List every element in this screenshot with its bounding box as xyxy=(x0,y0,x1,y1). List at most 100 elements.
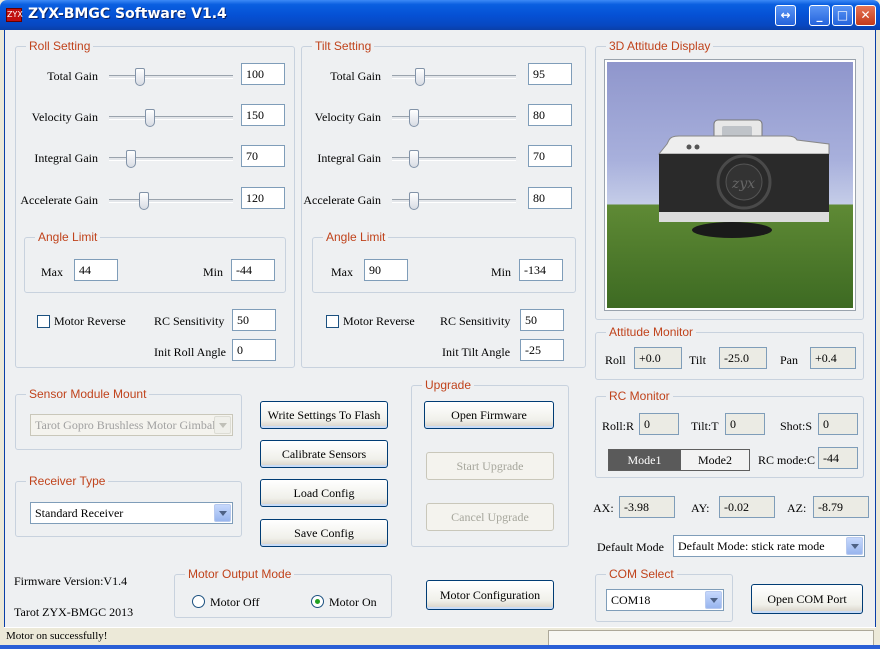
roll-accelerate-gain-slider[interactable] xyxy=(109,192,233,210)
tilt-min-label: Min xyxy=(491,265,512,279)
tilt-accelerate-gain-label: Accelerate Gain xyxy=(303,193,381,207)
cancel-upgrade-button[interactable]: Cancel Upgrade xyxy=(426,503,554,531)
slider-thumb[interactable] xyxy=(135,68,145,86)
slider-thumb[interactable] xyxy=(139,192,149,210)
rc-shot-label: Shot:S xyxy=(780,419,813,433)
chevron-down-icon[interactable] xyxy=(846,537,863,555)
slider-thumb[interactable] xyxy=(415,68,425,86)
write-settings-button[interactable]: Write Settings To Flash xyxy=(260,401,388,429)
slider-thumb[interactable] xyxy=(409,192,419,210)
roll-total-gain-slider[interactable] xyxy=(109,68,233,86)
roll-min-input[interactable]: -44 xyxy=(231,259,275,281)
attitude-display-legend: 3D Attitude Display xyxy=(606,39,714,53)
motor-off-radio[interactable] xyxy=(192,595,205,608)
rc-mode-label: RC mode:C xyxy=(758,453,816,467)
tilt-integral-gain-label: Integral Gain xyxy=(317,151,381,165)
mode2-button[interactable]: Mode2 xyxy=(680,449,750,471)
roll-integral-gain-input[interactable]: 70 xyxy=(241,145,285,167)
roll-motor-reverse-checkbox[interactable] xyxy=(37,315,50,328)
tilt-integral-gain-slider[interactable] xyxy=(392,150,516,168)
chevron-down-icon[interactable] xyxy=(214,504,231,522)
rc-mode-value: -44 xyxy=(818,447,858,469)
close-button[interactable]: ✕ xyxy=(855,5,876,26)
upgrade-legend: Upgrade xyxy=(422,378,475,392)
slider-thumb[interactable] xyxy=(409,109,419,127)
tilt-velocity-gain-slider[interactable] xyxy=(392,109,516,127)
tilt-motor-reverse-checkbox[interactable] xyxy=(326,315,339,328)
com-port-select[interactable]: COM18 xyxy=(606,589,724,611)
attitude-pan-label: Pan xyxy=(780,353,798,367)
chevron-down-icon[interactable] xyxy=(214,416,231,434)
roll-velocity-gain-input[interactable]: 150 xyxy=(241,104,285,126)
status-message: Motor on successfully! xyxy=(6,630,108,642)
roll-velocity-gain-label: Velocity Gain xyxy=(31,110,98,124)
slider-thumb[interactable] xyxy=(409,150,419,168)
sensor-mount-select[interactable]: Tarot Gopro Brushless Motor Gimbal xyxy=(30,414,233,436)
roll-min-label: Min xyxy=(203,265,224,279)
calibrate-sensors-button[interactable]: Calibrate Sensors xyxy=(260,440,388,468)
tilt-setting-legend: Tilt Setting xyxy=(312,39,375,53)
rc-roll-value: 0 xyxy=(639,413,679,435)
roll-accelerate-gain-input[interactable]: 120 xyxy=(241,187,285,209)
roll-accelerate-gain-label: Accelerate Gain xyxy=(20,193,98,207)
roll-integral-gain-slider[interactable] xyxy=(109,150,233,168)
sensor-mount-value: Tarot Gopro Brushless Motor Gimbal xyxy=(35,418,216,432)
tilt-total-gain-input[interactable]: 95 xyxy=(528,63,572,85)
start-upgrade-button[interactable]: Start Upgrade xyxy=(426,452,554,480)
motor-on-radio[interactable] xyxy=(311,595,324,608)
chevron-down-icon[interactable] xyxy=(705,591,722,609)
tilt-total-gain-slider[interactable] xyxy=(392,68,516,86)
tilt-rc-sensitivity-label: RC Sensitivity xyxy=(440,314,511,328)
tilt-min-input[interactable]: -134 xyxy=(519,259,563,281)
tilt-velocity-gain-input[interactable]: 80 xyxy=(528,104,572,126)
load-config-button[interactable]: Load Config xyxy=(260,479,388,507)
firmware-version-text: Firmware Version:V1.4 xyxy=(14,574,128,588)
motor-configuration-button[interactable]: Motor Configuration xyxy=(426,580,554,610)
restore-size-button[interactable]: ↔ xyxy=(775,5,796,26)
tilt-accelerate-gain-slider[interactable] xyxy=(392,192,516,210)
attitude-pan-value: +0.4 xyxy=(810,347,856,369)
tilt-setting-group: Tilt Setting Total Gain 95 Velocity Gain… xyxy=(301,39,586,368)
attitude-3d-view[interactable]: zyx xyxy=(604,59,856,311)
save-config-button[interactable]: Save Config xyxy=(260,519,388,547)
svg-text:zyx: zyx xyxy=(731,176,755,192)
slider-thumb[interactable] xyxy=(126,150,136,168)
receiver-type-select[interactable]: Standard Receiver xyxy=(30,502,233,524)
tilt-total-gain-label: Total Gain xyxy=(330,69,381,83)
init-roll-angle-input[interactable]: 0 xyxy=(232,339,276,361)
ax-label: AX: xyxy=(593,501,614,515)
roll-total-gain-input[interactable]: 100 xyxy=(241,63,285,85)
sensor-mount-legend: Sensor Module Mount xyxy=(26,387,150,401)
roll-motor-reverse-label: Motor Reverse xyxy=(54,314,126,328)
roll-setting-legend: Roll Setting xyxy=(26,39,94,53)
attitude-monitor-legend: Attitude Monitor xyxy=(606,325,697,339)
default-mode-select[interactable]: Default Mode: stick rate mode xyxy=(673,535,865,557)
roll-max-label: Max xyxy=(41,265,63,279)
roll-rc-sensitivity-input[interactable]: 50 xyxy=(232,309,276,331)
slider-thumb[interactable] xyxy=(145,109,155,127)
tilt-max-input[interactable]: 90 xyxy=(364,259,408,281)
default-mode-value: Default Mode: stick rate mode xyxy=(678,539,825,553)
init-roll-angle-label: Init Roll Angle xyxy=(154,345,226,359)
tilt-accelerate-gain-input[interactable]: 80 xyxy=(528,187,572,209)
minimize-button[interactable]: _ xyxy=(809,5,830,26)
ax-value: -3.98 xyxy=(619,496,675,518)
rc-monitor-legend: RC Monitor xyxy=(606,389,673,403)
maximize-button[interactable]: □ xyxy=(832,5,853,26)
tilt-motor-reverse-label: Motor Reverse xyxy=(343,314,415,328)
init-tilt-angle-input[interactable]: -25 xyxy=(520,339,564,361)
close-icon: ✕ xyxy=(860,8,871,22)
mode1-button[interactable]: Mode1 xyxy=(608,449,681,471)
roll-velocity-gain-slider[interactable] xyxy=(109,109,233,127)
az-value: -8.79 xyxy=(813,496,869,518)
tilt-integral-gain-input[interactable]: 70 xyxy=(528,145,572,167)
camera-model-icon: zyx xyxy=(657,119,830,238)
tilt-rc-sensitivity-input[interactable]: 50 xyxy=(520,309,564,331)
maximize-icon: □ xyxy=(836,8,849,22)
roll-max-input[interactable]: 44 xyxy=(74,259,118,281)
ay-value: -0.02 xyxy=(719,496,775,518)
open-com-port-button[interactable]: Open COM Port xyxy=(751,584,863,614)
title-bar[interactable]: ZYX ZYX-BMGC Software V1.4 ↔ _ □ ✕ xyxy=(0,0,880,30)
attitude-roll-label: Roll xyxy=(605,353,626,367)
open-firmware-button[interactable]: Open Firmware xyxy=(424,401,554,429)
